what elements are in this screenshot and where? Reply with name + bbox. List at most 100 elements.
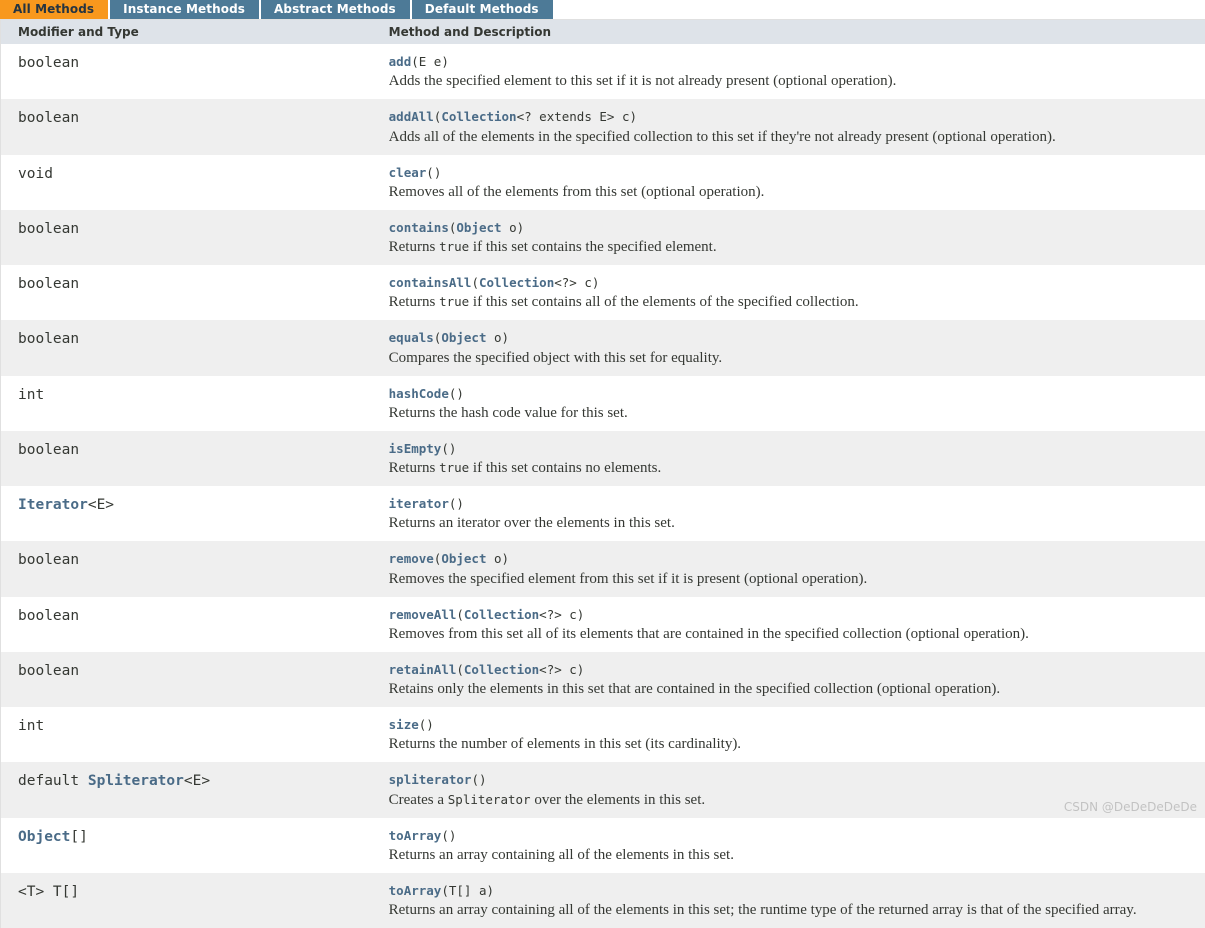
table-row: Iterator<E>iterator()Returns an iterator… [1, 486, 1205, 541]
method-name-link[interactable]: clear [389, 165, 427, 180]
cell-modifier-and-type: boolean [1, 265, 372, 320]
table-row: booleanremoveAll(Collection<?> c)Removes… [1, 597, 1205, 652]
table-row: booleanaddAll(Collection<? extends E> c)… [1, 99, 1205, 154]
cell-method-and-description: contains(Object o)Returns true if this s… [372, 210, 1205, 265]
method-arg-type-link[interactable]: Collection [464, 607, 539, 622]
method-arg-type-link[interactable]: Collection [441, 109, 516, 124]
cell-modifier-and-type: boolean [1, 431, 372, 486]
method-args-rest: ) [426, 717, 434, 732]
method-name-link[interactable]: spliterator [389, 772, 472, 787]
method-description: Retains only the elements in this set th… [389, 680, 1197, 698]
type-text: boolean [18, 608, 79, 624]
method-signature: addAll(Collection<? extends E> c) [389, 108, 1197, 125]
cell-method-and-description: isEmpty()Returns true if this set contai… [372, 431, 1205, 486]
method-args-rest: T[] a) [449, 883, 494, 898]
method-args-rest: <?> c) [539, 662, 584, 677]
cell-modifier-and-type: boolean [1, 541, 372, 596]
description-text-start: Compares the specified object with this … [389, 350, 723, 366]
tab-bar-filler [555, 0, 1205, 19]
method-name-link[interactable]: iterator [389, 496, 449, 511]
cell-method-and-description: containsAll(Collection<?> c)Returns true… [372, 265, 1205, 320]
tab-default-methods[interactable]: Default Methods [412, 0, 553, 19]
table-row: booleanisEmpty()Returns true if this set… [1, 431, 1205, 486]
method-arg-type-link[interactable]: Collection [464, 662, 539, 677]
method-name-link[interactable]: isEmpty [389, 441, 442, 456]
method-name-link[interactable]: size [389, 717, 419, 732]
type-link[interactable]: Iterator [18, 497, 88, 513]
method-name-link[interactable]: equals [389, 330, 434, 345]
cell-modifier-and-type: boolean [1, 210, 372, 265]
method-name-link[interactable]: addAll [389, 109, 434, 124]
method-arg-type-link[interactable]: Object [456, 220, 501, 235]
method-description: Removes from this set all of its element… [389, 625, 1197, 643]
method-name-link[interactable]: hashCode [389, 386, 449, 401]
tab-abstract-methods[interactable]: Abstract Methods [261, 0, 410, 19]
column-header-method-and-description: Method and Description [372, 20, 1205, 45]
cell-method-and-description: size() Returns the number of elements in … [372, 707, 1205, 762]
method-signature: size() [389, 716, 1197, 733]
tab-all-methods[interactable]: All Methods [0, 0, 108, 19]
table-row: void clear()Removes all of the elements f… [1, 155, 1205, 210]
type-link[interactable]: Spliterator [88, 773, 184, 789]
method-name-link[interactable]: add [389, 54, 412, 69]
method-name-link[interactable]: removeAll [389, 607, 457, 622]
cell-method-and-description: hashCode()Returns the hash code value fo… [372, 376, 1205, 431]
method-args-rest: ) [456, 386, 464, 401]
method-name-link[interactable]: retainAll [389, 662, 457, 677]
method-signature: retainAll(Collection<?> c) [389, 661, 1197, 678]
description-text-start: Returns the hash code value for this set… [389, 405, 628, 421]
method-name-link[interactable]: containsAll [389, 275, 472, 290]
method-signature: toArray(T[] a) [389, 882, 1197, 899]
cell-modifier-and-type: int [1, 707, 372, 762]
method-args-rest: ) [434, 165, 442, 180]
cell-modifier-and-type: Iterator<E> [1, 486, 372, 541]
method-args-open: ( [441, 883, 449, 898]
method-name-link[interactable]: contains [389, 220, 449, 235]
cell-modifier-and-type: boolean [1, 652, 372, 707]
method-name-link[interactable]: toArray [389, 828, 442, 843]
description-text-start: Returns [389, 239, 439, 255]
method-args-rest: o) [502, 220, 525, 235]
method-args-rest: o) [486, 551, 509, 566]
method-signature: iterator() [389, 495, 1197, 512]
method-args-open: ( [441, 441, 449, 456]
method-args-open: ( [456, 607, 464, 622]
method-description: Creates a Spliterator over the elements … [389, 791, 1197, 809]
method-args-rest: ) [449, 441, 457, 456]
description-code-literal: true [439, 239, 469, 254]
type-text: boolean [18, 552, 79, 568]
cell-modifier-and-type: boolean [1, 597, 372, 652]
table-row: booleanremove(Object o)Removes the speci… [1, 541, 1205, 596]
description-text-start: Removes from this set all of its element… [389, 626, 1029, 642]
table-row: booleancontains(Object o)Returns true if… [1, 210, 1205, 265]
method-name-link[interactable]: toArray [389, 883, 442, 898]
type-text: boolean [18, 663, 79, 679]
type-text: void [18, 166, 53, 182]
method-arg-type-link[interactable]: Collection [479, 275, 554, 290]
description-text-end: if this set contains the specified eleme… [469, 239, 716, 255]
method-name-link[interactable]: remove [389, 551, 434, 566]
cell-modifier-and-type: int [1, 376, 372, 431]
description-text-start: Removes the specified element from this … [389, 571, 868, 587]
tab-instance-methods[interactable]: Instance Methods [110, 0, 259, 19]
type-link[interactable]: Object [18, 829, 70, 845]
table-row: <T> T[]toArray(T[] a)Returns an array co… [1, 873, 1205, 928]
method-description: Removes the specified element from this … [389, 570, 1197, 588]
cell-modifier-and-type: default Spliterator<E> [1, 762, 372, 817]
method-description: Returns an array containing all of the e… [389, 901, 1197, 919]
cell-method-and-description: addAll(Collection<? extends E> c)Adds al… [372, 99, 1205, 154]
description-text-start: Returns [389, 460, 439, 476]
method-arg-type-link[interactable]: Object [441, 551, 486, 566]
cell-modifier-and-type: boolean [1, 99, 372, 154]
type-text: int [18, 718, 44, 734]
description-text-start: Retains only the elements in this set th… [389, 681, 1000, 697]
cell-method-and-description: toArray()Returns an array containing all… [372, 818, 1205, 873]
cell-method-and-description: toArray(T[] a) Returns an array containin… [372, 873, 1205, 928]
method-description: Returns the number of elements in this s… [389, 735, 1197, 753]
description-text-end: over the elements in this set. [531, 792, 706, 808]
method-arg-type-link[interactable]: Object [441, 330, 486, 345]
description-text-start: Returns an array containing all of the e… [389, 902, 1137, 918]
cell-method-and-description: add(E e)Adds the specified element to th… [372, 44, 1205, 99]
table-row: Object[]toArray()Returns an array contai… [1, 818, 1205, 873]
cell-method-and-description: clear()Removes all of the elements from … [372, 155, 1205, 210]
